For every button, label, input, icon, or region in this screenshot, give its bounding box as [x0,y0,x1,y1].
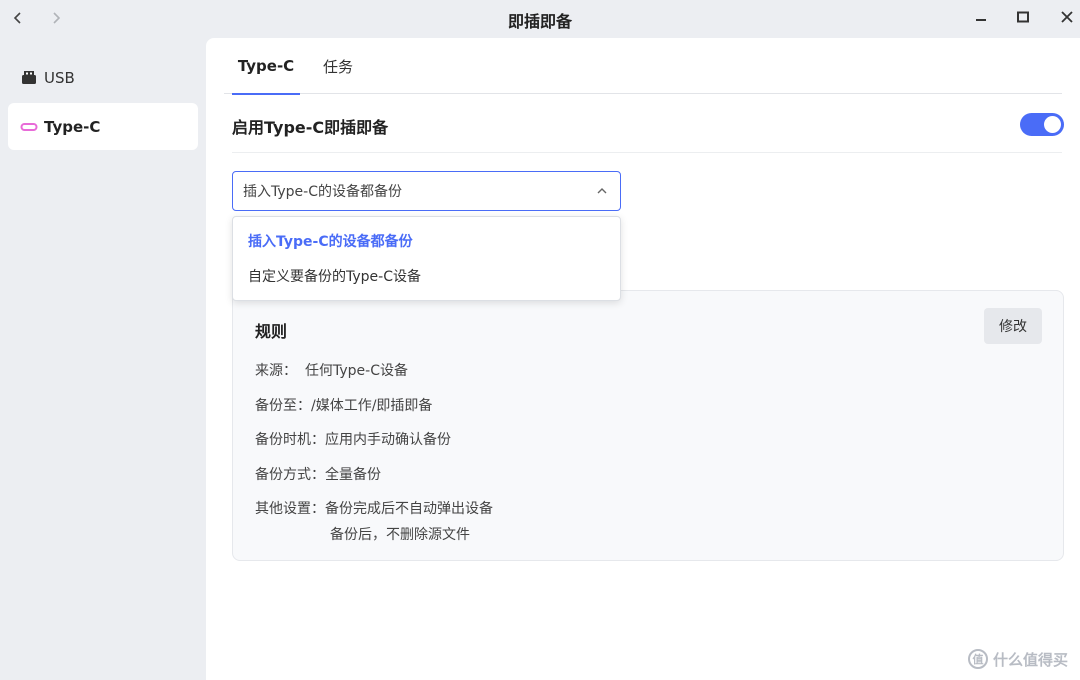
edit-button[interactable]: 修改 [984,308,1042,344]
minimize-icon [976,19,986,21]
chevron-left-icon [13,12,21,24]
maximize-button[interactable] [1010,5,1036,29]
sidebar-item-label: Type-C [44,117,101,136]
backup-scope-select[interactable]: 插入Type-C的设备都备份 [232,171,621,211]
window-title: 即插即备 [507,12,572,31]
rule-timing-value: 应用内手动确认备份 [325,432,451,448]
chevron-up-icon [597,188,607,194]
rule-destination: 备份至：/媒体工作/即插即备 [255,395,432,415]
forward-button[interactable] [44,6,68,30]
rule-source-key: 来源： [255,363,297,379]
watermark: 值 什么值得买 [967,648,1068,670]
toggle-knob [1044,116,1061,133]
title-bar: 即插即备 [0,0,1080,36]
enable-setting-row: 启用Type-C即插即备 [232,94,1064,153]
rule-card: 规则 修改 来源： 任何Type-C设备 备份至：/媒体工作/即插即备 备份时机：… [232,290,1064,561]
rule-title: 规则 [255,322,288,341]
usb-icon [20,69,38,87]
dropdown-option-custom[interactable]: 自定义要备份的Type-C设备 [233,258,620,293]
select-value: 插入Type-C的设备都备份 [243,184,402,200]
main-panel: Type-C 任务 启用Type-C即插即备 插入Type-C的设备都备份 插入… [206,38,1080,680]
rule-dest-key: 备份至： [255,398,311,414]
tab-type-c[interactable]: Type-C [232,38,300,95]
close-button[interactable] [1054,5,1080,29]
rule-other-value-1: 备份完成后不自动弹出设备 [325,501,493,517]
rule-other: 其他设置：备份完成后不自动弹出设备 [255,498,493,518]
rule-mode: 备份方式：全量备份 [255,464,381,484]
rule-source-value: 任何Type-C设备 [305,363,408,379]
rule-other-value-2: 备份后，不删除源文件 [330,527,470,543]
chevron-right-icon [53,12,61,24]
watermark-text: 什么值得买 [992,650,1068,669]
watermark-logo-icon: 值 [967,649,988,669]
enable-label: 启用Type-C即插即备 [232,118,389,137]
type-c-icon [20,118,38,136]
sidebar-item-type-c[interactable]: Type-C [8,103,198,150]
rule-mode-key: 备份方式： [255,467,325,483]
svg-text:值: 值 [972,652,983,666]
rule-mode-value: 全量备份 [325,467,381,483]
tab-bar: Type-C 任务 [224,38,1062,95]
select-dropdown: 插入Type-C的设备都备份 自定义要备份的Type-C设备 [232,216,621,301]
sidebar-item-usb[interactable]: USB [8,54,198,101]
back-button[interactable] [6,6,30,30]
sidebar-item-label: USB [44,68,75,87]
rule-timing-key: 备份时机： [255,432,325,448]
rule-dest-value: /媒体工作/即插即备 [311,398,433,414]
tab-tasks[interactable]: 任务 [320,38,356,94]
enable-toggle[interactable] [1020,113,1064,136]
dropdown-option-all[interactable]: 插入Type-C的设备都备份 [233,223,620,258]
minimize-button[interactable] [968,5,994,29]
close-icon [1061,11,1073,23]
rule-other-key: 其他设置： [255,501,325,517]
rule-source: 来源： 任何Type-C设备 [255,360,408,380]
rule-timing: 备份时机：应用内手动确认备份 [255,429,451,449]
maximize-icon [1017,11,1029,23]
sidebar: USB Type-C [0,38,206,680]
